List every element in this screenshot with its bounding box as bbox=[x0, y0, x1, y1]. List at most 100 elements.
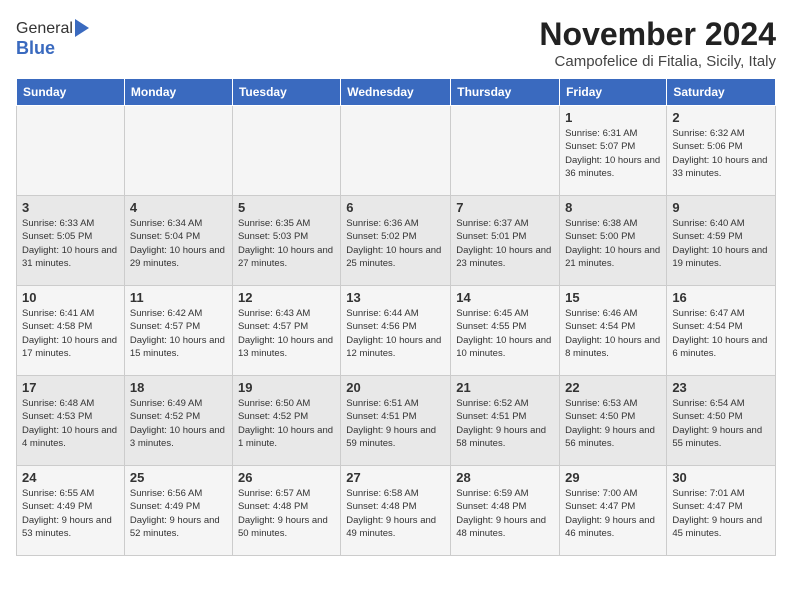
calendar-subtitle: Campofelice di Fitalia, Sicily, Italy bbox=[539, 53, 776, 70]
calendar-cell: 20 Sunrise: 6:51 AM Sunset: 4:51 PM Dayli… bbox=[341, 376, 451, 466]
calendar-cell: 2 Sunrise: 6:32 AM Sunset: 5:06 PM Daylig… bbox=[667, 106, 776, 196]
day-number: 20 bbox=[346, 380, 445, 395]
day-number: 19 bbox=[238, 380, 335, 395]
calendar-cell: 16 Sunrise: 6:47 AM Sunset: 4:54 PM Dayli… bbox=[667, 286, 776, 376]
day-info: Sunrise: 6:53 AM Sunset: 4:50 PM Dayligh… bbox=[565, 397, 661, 450]
calendar-week-row: 10 Sunrise: 6:41 AM Sunset: 4:58 PM Dayli… bbox=[17, 286, 776, 376]
calendar-cell bbox=[17, 106, 125, 196]
day-info: Sunrise: 6:52 AM Sunset: 4:51 PM Dayligh… bbox=[456, 397, 554, 450]
day-info: Sunrise: 6:58 AM Sunset: 4:48 PM Dayligh… bbox=[346, 487, 445, 540]
day-number: 18 bbox=[130, 380, 227, 395]
calendar-cell: 22Sunrise: 6:53 AM Sunset: 4:50 PM Dayli… bbox=[560, 376, 667, 466]
day-info: Sunrise: 6:36 AM Sunset: 5:02 PM Dayligh… bbox=[346, 217, 445, 270]
logo-general-text: General bbox=[16, 20, 73, 38]
calendar-cell: 6 Sunrise: 6:36 AM Sunset: 5:02 PM Daylig… bbox=[341, 196, 451, 286]
day-info: Sunrise: 6:54 AM Sunset: 4:50 PM Dayligh… bbox=[672, 397, 770, 450]
day-number: 12 bbox=[238, 290, 335, 305]
day-number: 29 bbox=[565, 470, 661, 485]
calendar-cell: 12 Sunrise: 6:43 AM Sunset: 4:57 PM Dayli… bbox=[232, 286, 340, 376]
header-wednesday: Wednesday bbox=[341, 79, 451, 106]
calendar-cell: 21 Sunrise: 6:52 AM Sunset: 4:51 PM Dayli… bbox=[451, 376, 560, 466]
calendar-cell bbox=[124, 106, 232, 196]
header-tuesday: Tuesday bbox=[232, 79, 340, 106]
day-info: Sunrise: 6:47 AM Sunset: 4:54 PM Dayligh… bbox=[672, 307, 770, 360]
day-info: Sunrise: 6:43 AM Sunset: 4:57 PM Dayligh… bbox=[238, 307, 335, 360]
calendar-cell: 28 Sunrise: 6:59 AM Sunset: 4:48 PM Dayli… bbox=[451, 466, 560, 556]
header-sunday: Sunday bbox=[17, 79, 125, 106]
day-info: Sunrise: 6:51 AM Sunset: 4:51 PM Dayligh… bbox=[346, 397, 445, 450]
calendar-cell: 26Sunrise: 6:57 AM Sunset: 4:48 PM Dayli… bbox=[232, 466, 340, 556]
calendar-cell: 5Sunrise: 6:35 AM Sunset: 5:03 PM Daylig… bbox=[232, 196, 340, 286]
day-number: 15 bbox=[565, 290, 661, 305]
calendar-cell: 7Sunrise: 6:37 AM Sunset: 5:01 PM Daylig… bbox=[451, 196, 560, 286]
calendar-cell: 3 Sunrise: 6:33 AM Sunset: 5:05 PM Daylig… bbox=[17, 196, 125, 286]
header-thursday: Thursday bbox=[451, 79, 560, 106]
day-info: Sunrise: 6:41 AM Sunset: 4:58 PM Dayligh… bbox=[22, 307, 119, 360]
calendar-cell bbox=[451, 106, 560, 196]
day-info: Sunrise: 6:45 AM Sunset: 4:55 PM Dayligh… bbox=[456, 307, 554, 360]
day-info: Sunrise: 6:38 AM Sunset: 5:00 PM Dayligh… bbox=[565, 217, 661, 270]
calendar-cell: 10 Sunrise: 6:41 AM Sunset: 4:58 PM Dayli… bbox=[17, 286, 125, 376]
day-info: Sunrise: 6:31 AM Sunset: 5:07 PM Dayligh… bbox=[565, 127, 661, 180]
calendar-cell bbox=[232, 106, 340, 196]
day-number: 3 bbox=[22, 200, 119, 215]
day-info: Sunrise: 6:35 AM Sunset: 5:03 PM Dayligh… bbox=[238, 217, 335, 270]
day-info: Sunrise: 6:37 AM Sunset: 5:01 PM Dayligh… bbox=[456, 217, 554, 270]
day-number: 23 bbox=[672, 380, 770, 395]
day-info: Sunrise: 6:49 AM Sunset: 4:52 PM Dayligh… bbox=[130, 397, 227, 450]
calendar-cell: 4 Sunrise: 6:34 AM Sunset: 5:04 PM Daylig… bbox=[124, 196, 232, 286]
day-info: Sunrise: 6:48 AM Sunset: 4:53 PM Dayligh… bbox=[22, 397, 119, 450]
day-info: Sunrise: 6:59 AM Sunset: 4:48 PM Dayligh… bbox=[456, 487, 554, 540]
calendar-cell: 27 Sunrise: 6:58 AM Sunset: 4:48 PM Dayli… bbox=[341, 466, 451, 556]
calendar-cell: 15 Sunrise: 6:46 AM Sunset: 4:54 PM Dayli… bbox=[560, 286, 667, 376]
calendar-cell: 1 Sunrise: 6:31 AM Sunset: 5:07 PM Daylig… bbox=[560, 106, 667, 196]
calendar-week-row: 24 Sunrise: 6:55 AM Sunset: 4:49 PM Dayli… bbox=[17, 466, 776, 556]
day-info: Sunrise: 6:46 AM Sunset: 4:54 PM Dayligh… bbox=[565, 307, 661, 360]
logo-blue-text: Blue bbox=[16, 38, 55, 58]
header-monday: Monday bbox=[124, 79, 232, 106]
title-block: November 2024 Campofelice di Fitalia, Si… bbox=[539, 16, 776, 70]
day-info: Sunrise: 6:40 AM Sunset: 4:59 PM Dayligh… bbox=[672, 217, 770, 270]
day-info: Sunrise: 6:34 AM Sunset: 5:04 PM Dayligh… bbox=[130, 217, 227, 270]
day-number: 17 bbox=[22, 380, 119, 395]
calendar-cell: 8Sunrise: 6:38 AM Sunset: 5:00 PM Daylig… bbox=[560, 196, 667, 286]
day-number: 24 bbox=[22, 470, 119, 485]
day-number: 28 bbox=[456, 470, 554, 485]
day-number: 9 bbox=[672, 200, 770, 215]
calendar-cell: 9 Sunrise: 6:40 AM Sunset: 4:59 PM Daylig… bbox=[667, 196, 776, 286]
day-number: 10 bbox=[22, 290, 119, 305]
day-number: 25 bbox=[130, 470, 227, 485]
calendar-cell: 17 Sunrise: 6:48 AM Sunset: 4:53 PM Dayli… bbox=[17, 376, 125, 466]
calendar-cell: 18 Sunrise: 6:49 AM Sunset: 4:52 PM Dayli… bbox=[124, 376, 232, 466]
logo-arrow-icon bbox=[75, 19, 89, 37]
calendar-cell: 14Sunrise: 6:45 AM Sunset: 4:55 PM Dayli… bbox=[451, 286, 560, 376]
calendar-cell: 23 Sunrise: 6:54 AM Sunset: 4:50 PM Dayli… bbox=[667, 376, 776, 466]
logo: General Blue bbox=[16, 20, 89, 59]
day-info: Sunrise: 6:32 AM Sunset: 5:06 PM Dayligh… bbox=[672, 127, 770, 180]
day-info: Sunrise: 6:42 AM Sunset: 4:57 PM Dayligh… bbox=[130, 307, 227, 360]
calendar-cell bbox=[341, 106, 451, 196]
day-info: Sunrise: 6:33 AM Sunset: 5:05 PM Dayligh… bbox=[22, 217, 119, 270]
day-number: 4 bbox=[130, 200, 227, 215]
day-number: 6 bbox=[346, 200, 445, 215]
calendar-cell: 13Sunrise: 6:44 AM Sunset: 4:56 PM Dayli… bbox=[341, 286, 451, 376]
header-friday: Friday bbox=[560, 79, 667, 106]
day-number: 2 bbox=[672, 110, 770, 125]
day-number: 13 bbox=[346, 290, 445, 305]
day-info: Sunrise: 7:01 AM Sunset: 4:47 PM Dayligh… bbox=[672, 487, 770, 540]
day-info: Sunrise: 6:55 AM Sunset: 4:49 PM Dayligh… bbox=[22, 487, 119, 540]
day-number: 21 bbox=[456, 380, 554, 395]
calendar-title: November 2024 bbox=[539, 16, 776, 53]
day-number: 27 bbox=[346, 470, 445, 485]
calendar-week-row: 3 Sunrise: 6:33 AM Sunset: 5:05 PM Daylig… bbox=[17, 196, 776, 286]
day-number: 30 bbox=[672, 470, 770, 485]
day-number: 16 bbox=[672, 290, 770, 305]
calendar-table: SundayMondayTuesdayWednesdayThursdayFrid… bbox=[16, 78, 776, 556]
calendar-week-row: 17 Sunrise: 6:48 AM Sunset: 4:53 PM Dayli… bbox=[17, 376, 776, 466]
day-number: 1 bbox=[565, 110, 661, 125]
page-header: General Blue November 2024 Campofelice d… bbox=[16, 16, 776, 70]
calendar-cell: 30 Sunrise: 7:01 AM Sunset: 4:47 PM Dayli… bbox=[667, 466, 776, 556]
calendar-cell: 25Sunrise: 6:56 AM Sunset: 4:49 PM Dayli… bbox=[124, 466, 232, 556]
calendar-cell: 29Sunrise: 7:00 AM Sunset: 4:47 PM Dayli… bbox=[560, 466, 667, 556]
day-info: Sunrise: 6:50 AM Sunset: 4:52 PM Dayligh… bbox=[238, 397, 335, 450]
